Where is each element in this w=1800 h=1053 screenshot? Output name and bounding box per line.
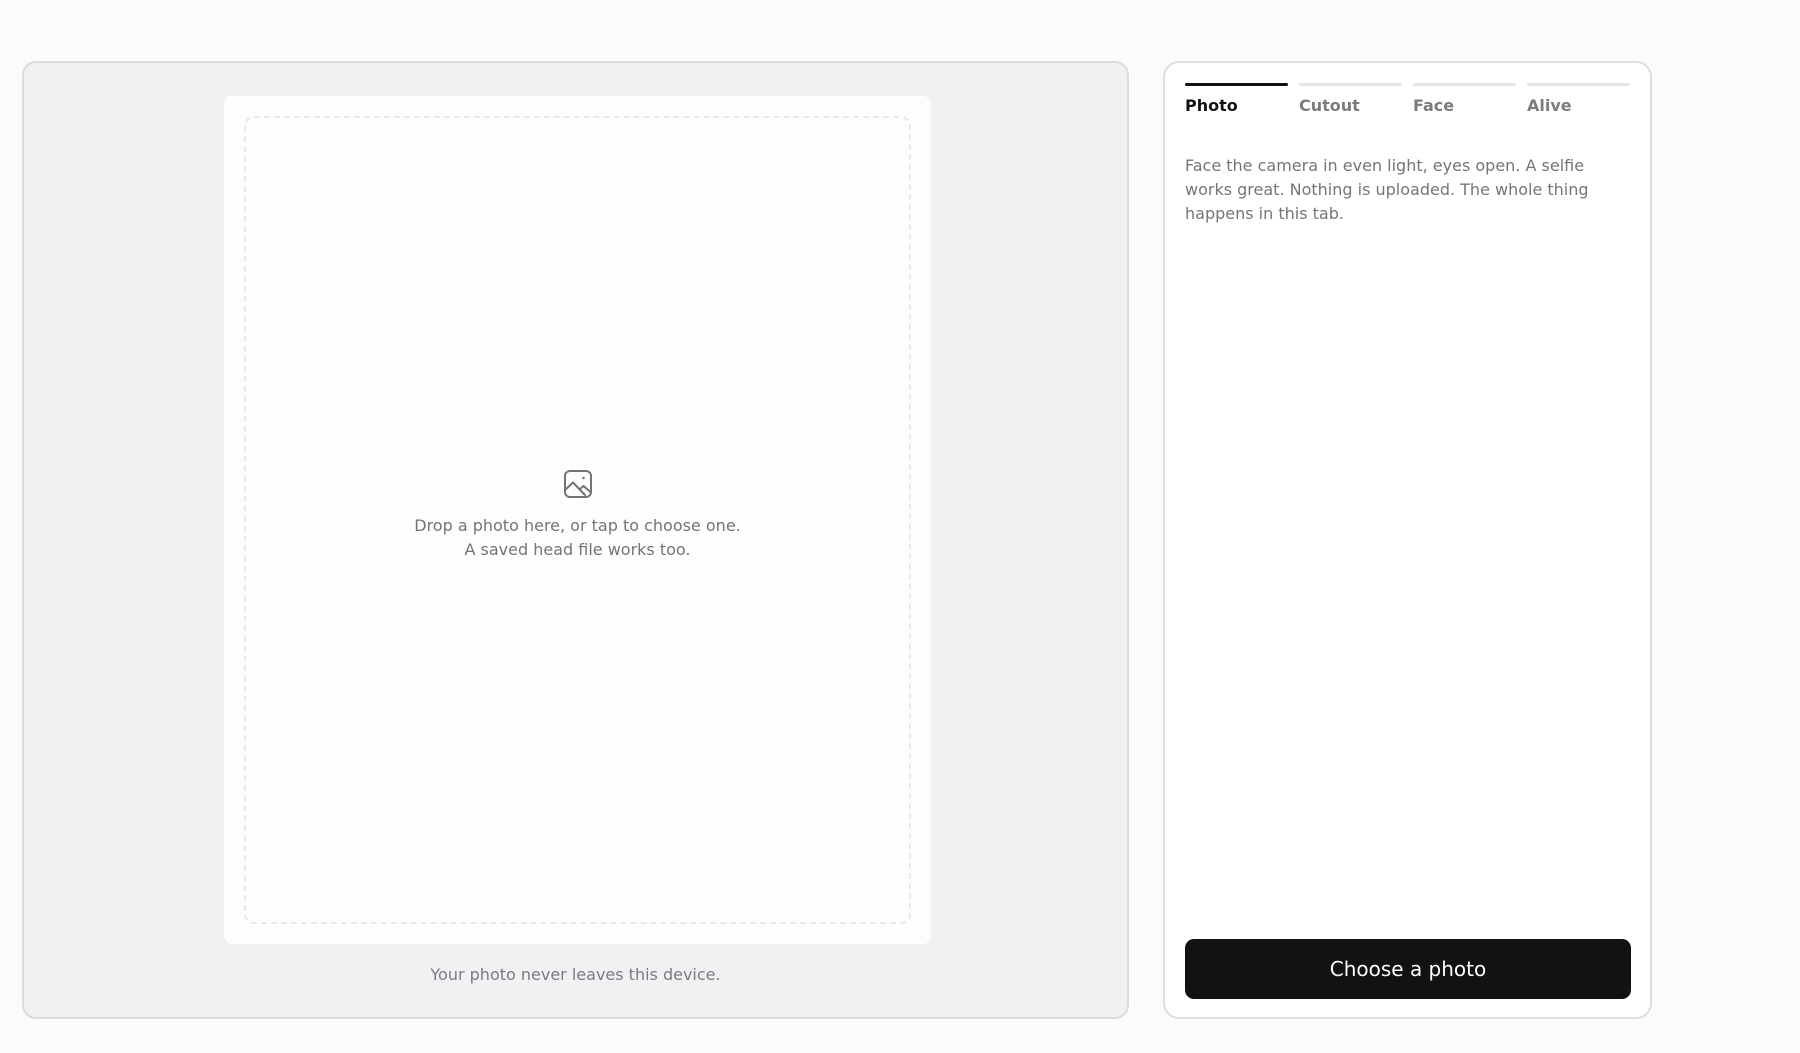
photo-stage: Drop a photo here, or tap to choose one.… (22, 61, 1129, 1019)
steps-panel: Photo Cutout Face Alive Face the camera … (1163, 61, 1652, 1019)
tab-alive[interactable]: Alive (1527, 83, 1630, 119)
tab-progress-bar (1527, 83, 1630, 86)
tab-cutout[interactable]: Cutout (1299, 83, 1402, 119)
image-icon (562, 468, 594, 500)
privacy-note: Your photo never leaves this device. (430, 965, 721, 984)
photo-card: Drop a photo here, or tap to choose one.… (224, 96, 931, 944)
step-description: Face the camera in even light, eyes open… (1185, 156, 1589, 223)
tab-progress-bar (1185, 83, 1288, 86)
dropzone-hint: A saved head file works too. (464, 540, 691, 559)
photo-dropzone[interactable]: Drop a photo here, or tap to choose one.… (244, 116, 911, 924)
tab-face[interactable]: Face (1413, 83, 1516, 119)
tab-label: Face (1413, 96, 1455, 115)
choose-photo-button[interactable]: Choose a photo (1185, 939, 1631, 999)
tab-progress-bar (1299, 83, 1402, 86)
tab-label: Cutout (1299, 96, 1360, 115)
tab-photo[interactable]: Photo (1185, 83, 1288, 119)
dropzone-instruction: Drop a photo here, or tap to choose one. (414, 516, 741, 535)
tab-label: Alive (1527, 96, 1572, 115)
dropzone-content: Drop a photo here, or tap to choose one.… (246, 468, 909, 562)
step-tabs: Photo Cutout Face Alive (1185, 83, 1631, 119)
tab-progress-bar (1413, 83, 1516, 86)
tab-label: Photo (1185, 96, 1238, 115)
